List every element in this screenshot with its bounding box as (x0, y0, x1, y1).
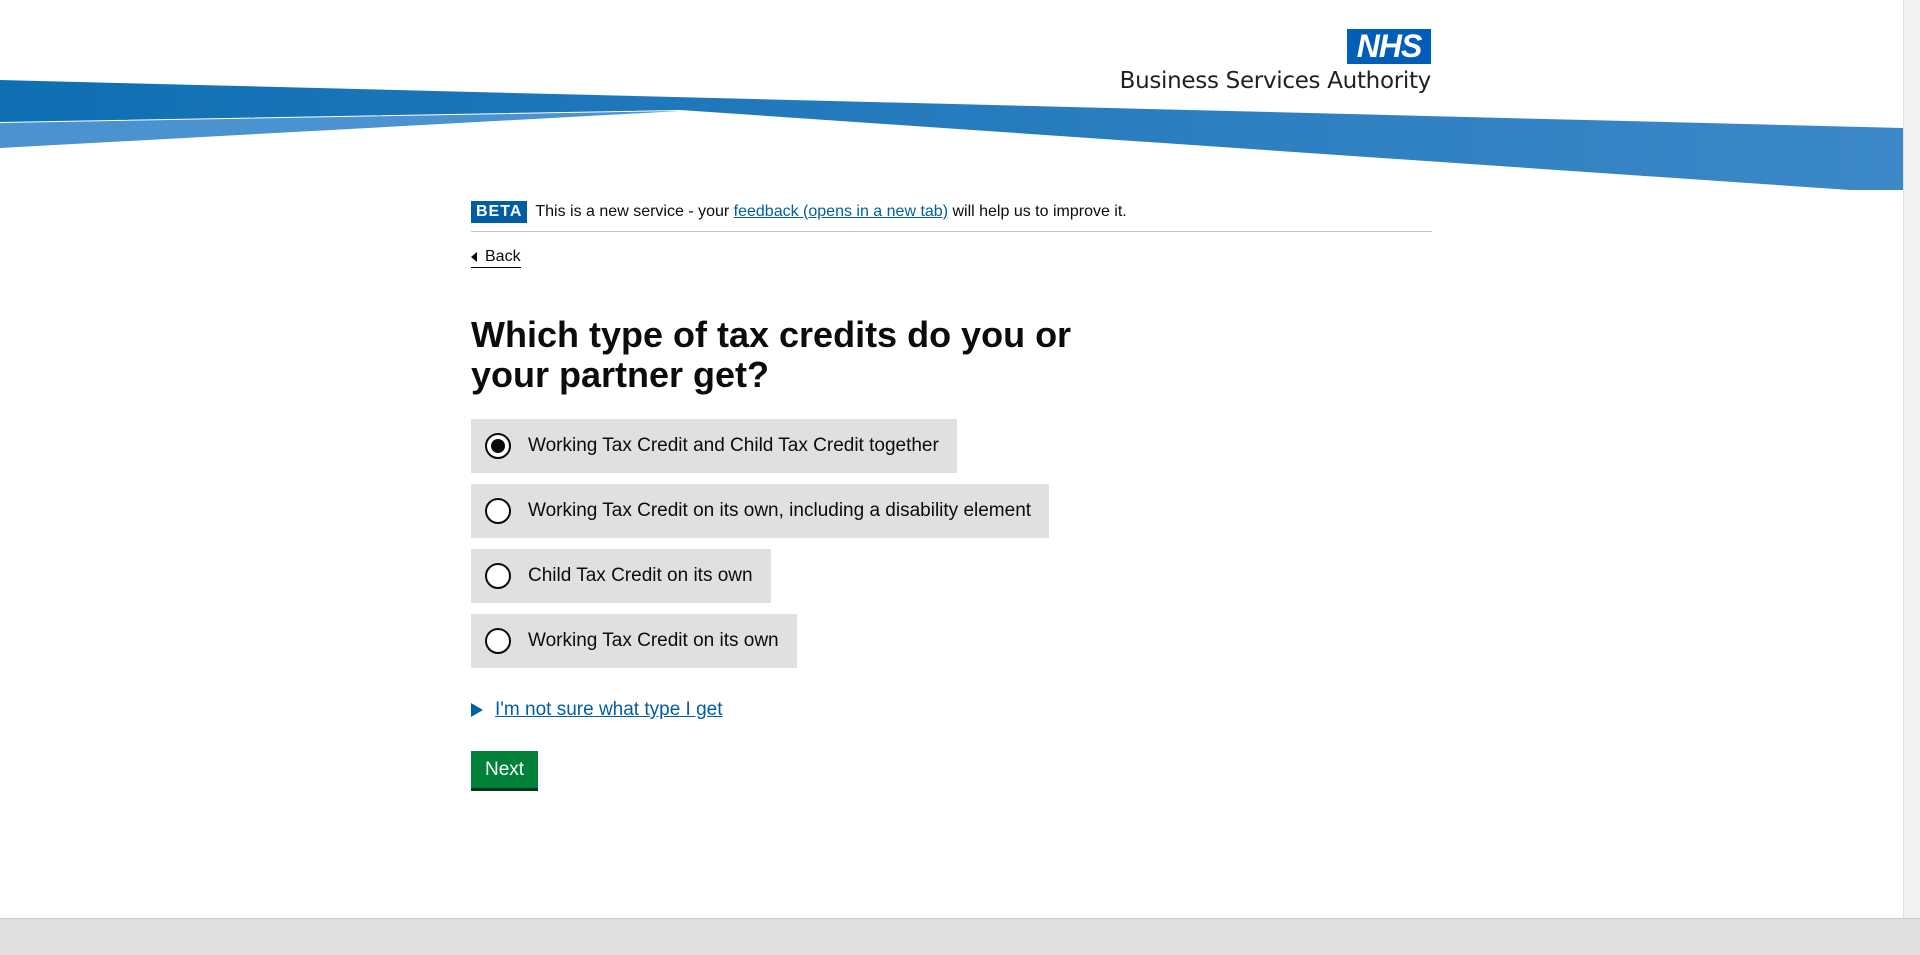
caret-left-icon (471, 252, 477, 262)
details-toggle[interactable]: I'm not sure what type I get (471, 699, 1432, 721)
radio-group: Working Tax Credit and Child Tax Credit … (471, 419, 1432, 679)
main-content: BETA This is a new service - your feedba… (471, 200, 1432, 788)
phase-text-after: will help us to improve it. (948, 202, 1127, 220)
radio-option-wtc-and-ctc[interactable]: Working Tax Credit and Child Tax Credit … (471, 419, 957, 473)
back-link[interactable]: Back (471, 247, 521, 268)
radio-label: Child Tax Credit on its own (528, 565, 753, 586)
radio-option-ctc-only[interactable]: Child Tax Credit on its own (471, 549, 771, 603)
radio-label: Working Tax Credit on its own (528, 630, 779, 651)
org-name: Business Services Authority (1119, 68, 1432, 94)
radio-option-wtc-disability[interactable]: Working Tax Credit on its own, including… (471, 484, 1050, 538)
footer-strip (0, 918, 1920, 955)
feedback-link[interactable]: feedback (opens in a new tab) (734, 203, 948, 221)
next-button[interactable]: Next (471, 751, 539, 788)
header-banner (0, 80, 1903, 190)
phase-banner: BETA This is a new service - your feedba… (471, 200, 1432, 232)
triangle-right-icon (471, 703, 483, 717)
back-link-label: Back (485, 248, 521, 265)
page: NHS Business Services Authority BETA Thi… (0, 0, 1903, 918)
vertical-scrollbar[interactable] (1903, 0, 1920, 918)
radio-icon[interactable] (485, 498, 511, 524)
radio-label: Working Tax Credit on its own, including… (528, 500, 1032, 521)
nhs-logo: NHS (1347, 29, 1431, 64)
beta-tag: BETA (471, 200, 528, 223)
radio-icon[interactable] (485, 563, 511, 589)
phase-text-before: This is a new service - your (535, 202, 734, 220)
radio-option-wtc-only[interactable]: Working Tax Credit on its own (471, 614, 797, 668)
radio-icon[interactable] (485, 433, 511, 459)
page-title: Which type of tax credits do you or your… (471, 314, 1072, 395)
details-summary-link[interactable]: I'm not sure what type I get (495, 699, 723, 721)
org-logo[interactable]: NHS Business Services Authority (1119, 29, 1432, 95)
radio-label: Working Tax Credit and Child Tax Credit … (528, 435, 939, 456)
radio-icon[interactable] (485, 628, 511, 654)
